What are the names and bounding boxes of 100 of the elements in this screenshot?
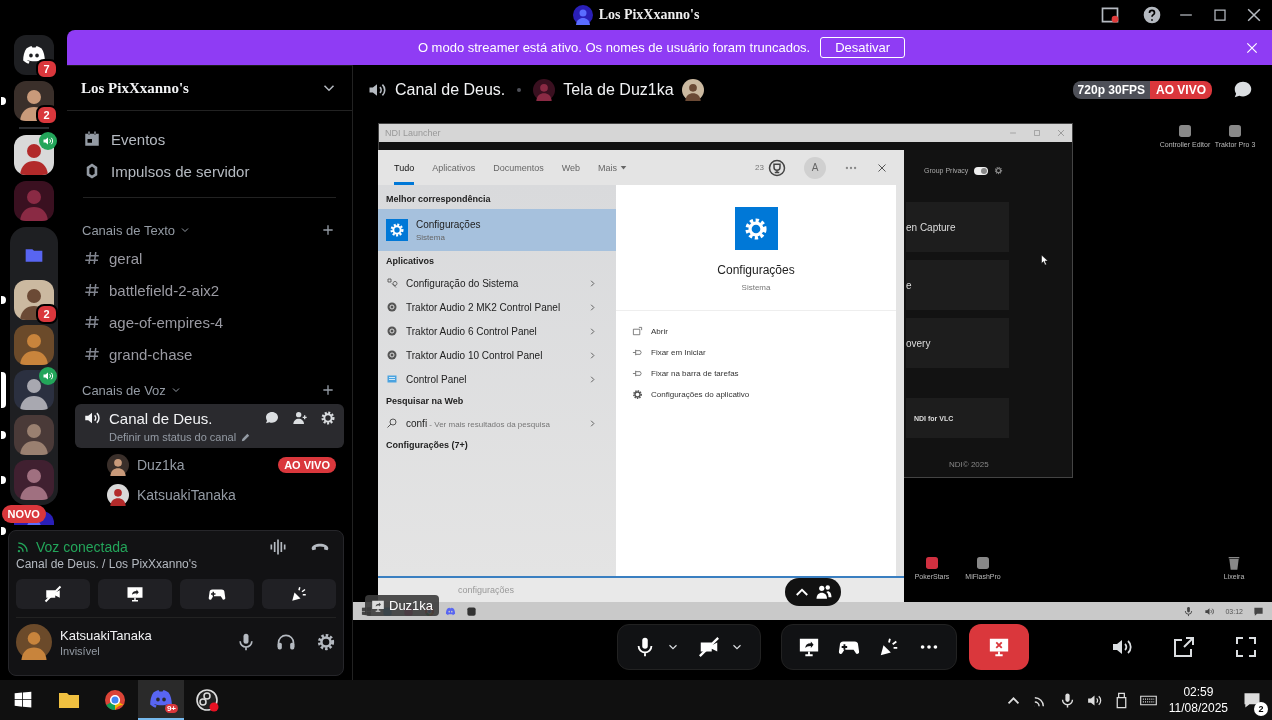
text-channel[interactable]: age-of-empires-4: [75, 306, 344, 338]
clock[interactable]: 02:59 11/08/2025: [1168, 684, 1228, 716]
unread-count: 2: [35, 105, 58, 125]
screen-share-button[interactable]: [98, 579, 172, 609]
search-result[interactable]: Control Panel: [378, 367, 616, 391]
result-subtitle: Sistema: [416, 232, 446, 242]
menu-item[interactable]: Impulsos de servidor: [75, 155, 344, 187]
section-heading: Configurações (7+): [385, 439, 469, 452]
member-name[interactable]: KatsuakiTanaka: [137, 487, 336, 503]
screen-share-icon: [126, 585, 144, 603]
screen-share-icon[interactable]: [798, 636, 820, 658]
user-avatar: [16, 624, 52, 660]
text-channel[interactable]: geral: [75, 242, 344, 274]
popout-icon[interactable]: [1172, 635, 1196, 659]
channel-status-hint[interactable]: Definir um status do canal: [109, 431, 237, 443]
preview-title: Configurações: [717, 263, 795, 277]
server-icon[interactable]: [13, 81, 54, 121]
headphones-icon[interactable]: [276, 632, 296, 652]
streamer-name-tag: Duz1ka: [365, 595, 440, 616]
close-icon[interactable]: [876, 161, 888, 174]
new-label: NOVO: [1, 505, 46, 523]
voice-location[interactable]: Canal de Deus. / Los PixXxanno's: [16, 557, 336, 571]
add-channel-icon[interactable]: [320, 382, 336, 398]
participants-button[interactable]: [785, 578, 841, 606]
app-tile[interactable]: e: [906, 260, 1009, 310]
text-channel[interactable]: grand-chase: [75, 338, 344, 370]
search-tab[interactable]: Aplicativos: [432, 150, 476, 185]
search-tab[interactable]: Web: [561, 150, 581, 185]
inbox-icon[interactable]: [1100, 5, 1120, 25]
trophy-icon[interactable]: [768, 158, 786, 177]
search-result[interactable]: Traktor Audio 6 Control Panel: [378, 319, 616, 343]
server-name: Los PixXxanno's: [81, 79, 190, 97]
account-button[interactable]: A: [804, 156, 826, 179]
server-icon[interactable]: [13, 370, 54, 410]
activity-button[interactable]: [180, 579, 254, 609]
unread-count: 7: [35, 59, 58, 79]
stop-share-icon: [988, 636, 1010, 658]
search-icon: [386, 417, 398, 429]
app-tile[interactable]: overy: [906, 318, 1009, 368]
category-header[interactable]: Canais de Texto: [82, 222, 175, 238]
pencil-icon: [240, 431, 252, 443]
banner-text: O modo streamer está ativo. Os nomes de usuário foram truncados.: [417, 40, 811, 55]
text-channel[interactable]: battlefield-2-aix2: [75, 274, 344, 306]
add-channel-icon[interactable]: [320, 222, 336, 238]
server-header[interactable]: Los PixXxanno's: [67, 66, 352, 111]
search-result[interactable]: Traktor Audio 10 Control Panel: [378, 343, 616, 367]
mic-icon[interactable]: [236, 632, 256, 652]
action-center-button[interactable]: 2: [1238, 686, 1266, 714]
camera-off-icon: [44, 585, 62, 603]
category-header[interactable]: Canais de Voz: [82, 382, 166, 398]
signal-icon: [16, 540, 30, 554]
action-item[interactable]: Abrir: [616, 321, 896, 342]
soundboard-icon[interactable]: [878, 636, 900, 658]
soundboard-button[interactable]: [262, 579, 336, 609]
fullscreen-icon[interactable]: [1234, 635, 1258, 659]
server-icon: [572, 5, 593, 25]
mic-icon: [1183, 605, 1195, 617]
time: 02:59: [1183, 684, 1214, 700]
voice-channel[interactable]: Canal de Deus. Definir um status do canal: [75, 404, 344, 448]
camera-button[interactable]: [16, 579, 90, 609]
result-title: Configurações: [416, 218, 481, 230]
deactivate-button[interactable]: Desativar: [820, 37, 906, 58]
caret-icon: [620, 164, 628, 171]
recorder-icon: [195, 688, 219, 712]
chat-icon[interactable]: [264, 410, 280, 426]
date: 11/08/2025: [1168, 700, 1228, 716]
settings-icon[interactable]: [320, 410, 336, 426]
privacy-toggle[interactable]: [974, 166, 989, 175]
search-result[interactable]: confi - Ver mais resultados da pesquisa: [378, 411, 616, 435]
action-item[interactable]: Fixar na barra de tarefas: [616, 363, 896, 384]
settings-icon[interactable]: [316, 632, 336, 652]
discord-taskbar-button[interactable]: 9+: [138, 680, 184, 720]
user-name: KatsuakiTanaka: [60, 627, 152, 643]
app-tile[interactable]: en Capture: [906, 202, 1009, 252]
invite-icon[interactable]: [292, 410, 308, 426]
live-badge: AO VIVO: [278, 457, 336, 473]
camera-off-icon[interactable]: [698, 636, 720, 658]
action-item[interactable]: Configurações do aplicativo: [616, 384, 896, 405]
close-icon: [1056, 128, 1066, 138]
windows-icon: [13, 690, 33, 710]
server-icon[interactable]: [13, 135, 54, 175]
recycle-bin-icon: [1226, 555, 1242, 571]
search-tab[interactable]: Mais: [598, 150, 628, 185]
notification-icon: [1242, 690, 1262, 710]
waveform-icon[interactable]: [268, 537, 288, 557]
user-status: Invisível: [60, 644, 101, 657]
stop-stream-button[interactable]: [969, 624, 1029, 670]
search-result[interactable]: Traktor Audio 2 MK2 Control Panel: [378, 295, 616, 319]
section-heading: Aplicativos: [385, 255, 435, 268]
app-icon: [975, 555, 991, 571]
search-tab[interactable]: Documentos: [493, 150, 544, 185]
help-icon[interactable]: [1142, 5, 1162, 25]
action-item[interactable]: Fixar em Iniciar: [616, 342, 896, 363]
member-name[interactable]: Duz1ka: [137, 457, 271, 473]
search-result[interactable]: Configurações Sistema: [378, 209, 616, 251]
mouse-cursor-icon: [1039, 253, 1051, 267]
search-result[interactable]: Configuração do Sistema: [378, 271, 616, 295]
volume-icon: [1204, 605, 1216, 617]
menu-item[interactable]: Eventos: [75, 123, 344, 155]
app-icon: [1177, 123, 1193, 139]
